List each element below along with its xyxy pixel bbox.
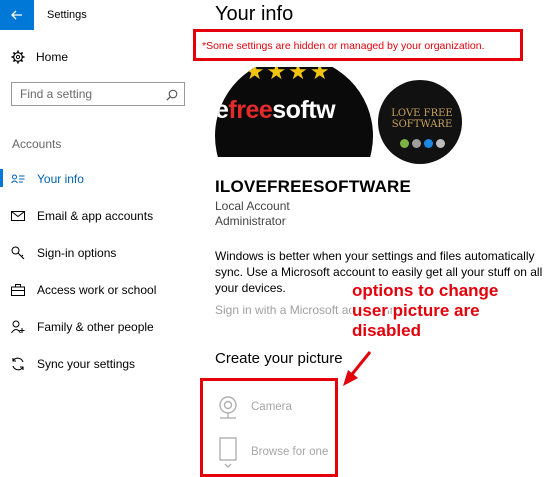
search-box (11, 82, 185, 106)
windows-icon (424, 139, 433, 148)
account-type: Local Account (215, 199, 290, 213)
camera-icon (215, 392, 241, 422)
account-role: Administrator (215, 214, 286, 228)
policy-notice-highlight: *Some settings are hidden or managed by … (193, 29, 523, 61)
sidebar-item-access-work-school[interactable]: Access work or school (0, 271, 200, 308)
active-indicator (0, 169, 3, 187)
search-icon[interactable] (166, 88, 178, 106)
mail-icon (10, 208, 26, 224)
profile-picture: ★★★★★ efreesoftw (215, 67, 373, 157)
annotation-arrow (343, 351, 372, 386)
sidebar-item-sign-in-options[interactable]: Sign-in options (0, 234, 200, 271)
add-person-icon (10, 319, 26, 335)
gear-icon (10, 49, 26, 65)
sidebar-item-label: Access work or school (37, 282, 157, 297)
create-picture-heading: Create your picture (215, 350, 343, 367)
recent-picture-platform-icons (400, 139, 445, 148)
browse-option[interactable]: Browse for one (215, 437, 329, 468)
nav-home[interactable]: Home (10, 49, 68, 65)
sidebar-item-family-other-people[interactable]: Family & other people (0, 308, 200, 345)
browse-option-label: Browse for one (251, 446, 329, 458)
sidebar-item-label: Your info (37, 171, 84, 186)
browse-file-icon (215, 437, 241, 468)
nav-home-label: Home (36, 50, 69, 64)
nav-list: Your info Email & app accounts Sign-in o… (0, 160, 200, 382)
sidebar-item-label: Sign-in options (37, 245, 117, 260)
sidebar-item-sync-settings[interactable]: Sync your settings (0, 345, 200, 382)
sidebar-item-label: Email & app accounts (37, 208, 154, 223)
briefcase-icon (10, 282, 26, 298)
sidebar-item-your-info[interactable]: Your info (0, 160, 200, 197)
stars-decoration: ★★★★★ (223, 67, 332, 84)
sidebar: Settings Home Accounts Your info (0, 0, 200, 477)
sidebar-item-label: Family & other people (37, 319, 154, 334)
sync-icon (10, 356, 26, 372)
main-content: Your info *Some settings are hidden or m… (193, 0, 547, 477)
user-name: ILOVEFREESOFTWARE (215, 177, 412, 196)
sidebar-item-email-app-accounts[interactable]: Email & app accounts (0, 197, 200, 234)
android-icon (400, 139, 409, 148)
app-title: Settings (47, 9, 87, 21)
key-icon (10, 245, 26, 261)
user-card-icon (10, 171, 26, 187)
annotation-text: options to change user picture are disab… (352, 281, 499, 340)
title-bar: Settings (0, 0, 200, 30)
recent-picture-logo-text: LOVE FREE SOFTWARE (391, 108, 453, 130)
back-button[interactable] (0, 0, 34, 30)
camera-option[interactable]: Camera (215, 392, 292, 422)
policy-notice: *Some settings are hidden or managed by … (202, 40, 485, 52)
profile-logo-text: efreesoftw (215, 96, 336, 124)
back-arrow-icon (11, 10, 22, 20)
sidebar-item-label: Sync your settings (37, 356, 136, 371)
search-input[interactable] (12, 87, 162, 101)
apple-icon (412, 139, 421, 148)
profile-picture-image: ★★★★★ efreesoftw (215, 67, 373, 157)
camera-option-label: Camera (251, 401, 292, 413)
recent-picture[interactable]: LOVE FREE SOFTWARE (378, 80, 462, 164)
page-title: Your info (215, 3, 294, 25)
linux-icon (436, 139, 445, 148)
settings-window: Settings Home Accounts Your info (0, 0, 547, 477)
section-label-accounts: Accounts (12, 137, 62, 151)
